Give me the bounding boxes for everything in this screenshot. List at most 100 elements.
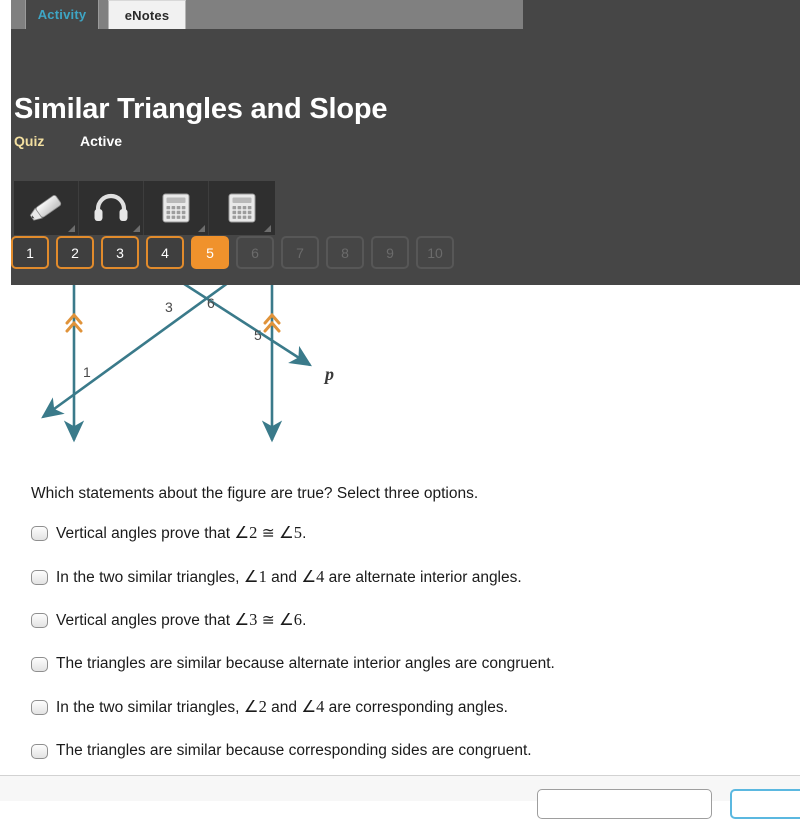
geometry-figure: 3 6 5 1 p	[0, 285, 800, 475]
tool-dropdown-corner-icon	[198, 225, 205, 232]
scientific-calculator-tool-button[interactable]	[209, 181, 274, 235]
highlighter-icon	[29, 195, 62, 221]
angle-label-3: 3	[165, 299, 173, 315]
answer-option-2[interactable]: In the two similar triangles, ∠1 and ∠4 …	[31, 567, 731, 611]
option-angle-part: ∠3	[234, 610, 258, 629]
option-angle-part: ∠4	[301, 566, 325, 586]
answer-checkbox-2[interactable]	[31, 569, 48, 585]
question-nav: 1 2 3 4 5 6 7 8 9 10	[11, 236, 454, 269]
answer-checkbox-3[interactable]	[31, 613, 48, 628]
answer-option-1-label: Vertical angles prove that ∠2 ≅ ∠5.	[56, 523, 306, 543]
answer-options-list: Vertical angles prove that ∠2 ≅ ∠5. In t…	[31, 523, 731, 784]
question-nav-item-1[interactable]: 1	[11, 236, 49, 269]
tab-strip: Activity eNotes	[11, 0, 523, 29]
question-nav-label: 3	[116, 244, 124, 261]
question-nav-label: 1	[26, 244, 34, 261]
answer-option-4-label: The triangles are similar because altern…	[56, 654, 555, 673]
tab-enotes-label: eNotes	[124, 7, 170, 23]
headphones-icon	[94, 193, 128, 221]
calculator-icon	[162, 193, 190, 223]
tab-activity[interactable]: Activity	[25, 0, 99, 29]
option-angle-part: ∠2	[234, 523, 258, 542]
title-block: Similar Triangles and Slope Quiz Active	[14, 92, 614, 149]
transversal-line-p	[183, 285, 312, 367]
option-angle-part: ∠2	[243, 697, 267, 716]
question-nav-item-6: 6	[236, 236, 274, 269]
tool-dropdown-corner-icon	[68, 225, 75, 232]
answer-checkbox-1[interactable]	[31, 526, 48, 541]
angle-label-6: 6	[207, 295, 215, 311]
line-label-p: p	[323, 364, 334, 384]
angle-label-5: 5	[254, 327, 262, 343]
answer-option-5[interactable]: In the two similar triangles, ∠2 and ∠4 …	[31, 697, 731, 741]
option-text-part: and	[266, 568, 302, 586]
question-nav-label: 4	[161, 244, 169, 261]
scientific-calculator-icon	[228, 193, 255, 223]
question-nav-label: 9	[386, 244, 394, 261]
action-bar	[0, 775, 800, 819]
option-text-part: In the two similar triangles,	[56, 699, 244, 716]
question-nav-item-10: 10	[416, 236, 454, 269]
left-gutter	[0, 0, 11, 295]
quiz-page: Activity eNotes Similar Triangles and Sl…	[0, 0, 800, 819]
answer-checkbox-5[interactable]	[31, 700, 48, 715]
secondary-action-button[interactable]	[537, 789, 712, 819]
answer-checkbox-4[interactable]	[31, 656, 48, 672]
assignment-type-label: Quiz	[14, 133, 45, 149]
tool-dropdown-corner-icon	[133, 225, 140, 232]
option-text-part: ≅	[257, 525, 280, 542]
question-nav-item-4[interactable]: 4	[146, 236, 184, 269]
question-nav-label: 5	[206, 244, 214, 261]
assignment-status-label: Active	[80, 133, 123, 149]
calculator-tool-button[interactable]	[144, 181, 209, 235]
option-text-part: The triangles are similar because corres…	[56, 741, 532, 759]
option-text-part: Vertical angles prove that	[56, 612, 235, 629]
answer-option-3-label: Vertical angles prove that ∠3 ≅ ∠6.	[56, 610, 306, 630]
tool-dropdown-corner-icon	[264, 225, 271, 232]
option-text-part: The triangles are similar because altern…	[56, 654, 555, 672]
highlighter-tool-button[interactable]	[14, 181, 79, 235]
geometry-figure-svg: 3 6 5 1 p	[41, 285, 334, 443]
page-title: Similar Triangles and Slope	[14, 93, 388, 125]
question-nav-label: 10	[427, 244, 443, 261]
tool-toolbar	[14, 181, 275, 235]
header-panel: Activity eNotes Similar Triangles and Sl…	[0, 0, 800, 295]
question-nav-item-5[interactable]: 5	[191, 236, 229, 269]
answer-option-5-label: In the two similar triangles, ∠2 and ∠4 …	[56, 697, 508, 717]
option-angle-part: ∠5	[279, 523, 303, 542]
question-nav-label: 8	[341, 244, 349, 261]
question-nav-label: 2	[71, 244, 79, 261]
option-text-part: .	[302, 612, 307, 629]
option-angle-part: ∠1	[243, 566, 267, 586]
read-aloud-tool-button[interactable]	[79, 181, 144, 235]
question-nav-label: 7	[296, 244, 304, 261]
angle-label-1: 1	[83, 364, 91, 380]
option-text-part: and	[266, 699, 302, 716]
tab-activity-label: Activity	[37, 7, 87, 22]
option-text-part: are corresponding angles.	[324, 699, 508, 716]
answer-option-2-label: In the two similar triangles, ∠1 and ∠4 …	[56, 567, 522, 587]
option-angle-part: ∠6	[279, 610, 303, 629]
answer-option-6-label: The triangles are similar because corres…	[56, 741, 532, 760]
primary-action-button[interactable]	[730, 789, 800, 819]
option-angle-part: ∠4	[301, 697, 325, 716]
question-prompt: Which statements about the figure are tr…	[31, 485, 479, 502]
question-nav-item-8: 8	[326, 236, 364, 269]
answer-option-4[interactable]: The triangles are similar because altern…	[31, 654, 731, 698]
answer-option-3[interactable]: Vertical angles prove that ∠3 ≅ ∠6.	[31, 610, 731, 654]
option-text-part: are alternate interior angles.	[324, 568, 522, 586]
option-text-part: .	[302, 525, 307, 542]
option-text-part: In the two similar triangles,	[56, 568, 244, 586]
answer-checkbox-6[interactable]	[31, 743, 48, 759]
option-text-part: ≅	[257, 612, 280, 629]
option-text-part: Vertical angles prove that	[56, 525, 235, 542]
answer-option-1[interactable]: Vertical angles prove that ∠2 ≅ ∠5.	[31, 523, 731, 567]
question-nav-item-7: 7	[281, 236, 319, 269]
question-nav-label: 6	[251, 244, 259, 261]
question-nav-item-9: 9	[371, 236, 409, 269]
question-nav-item-2[interactable]: 2	[56, 236, 94, 269]
question-nav-item-3[interactable]: 3	[101, 236, 139, 269]
assignment-meta: Quiz Active	[14, 133, 614, 149]
transversal-line-a	[41, 285, 228, 419]
tab-enotes[interactable]: eNotes	[108, 0, 186, 29]
